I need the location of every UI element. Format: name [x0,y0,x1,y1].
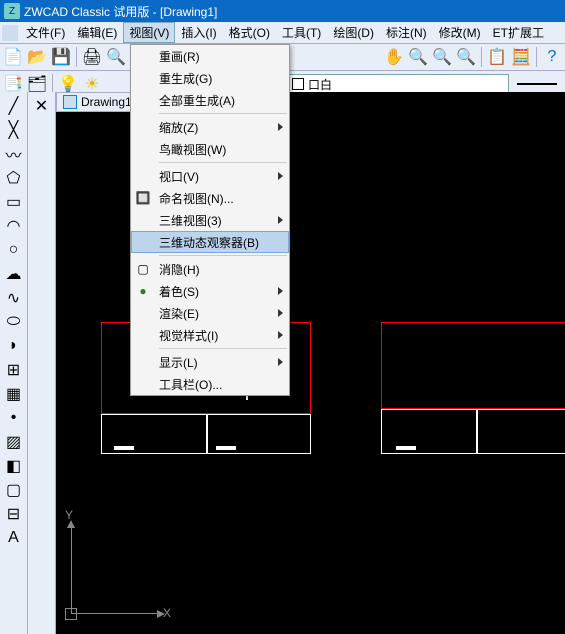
new-button[interactable]: 📄 [2,46,24,68]
point-tool[interactable]: • [4,408,24,428]
menu-doc-icon [2,25,18,41]
hatch-tool[interactable]: ▨ [4,432,24,452]
preview-button[interactable]: 🔍 [105,46,127,68]
linetype-preview[interactable] [517,83,557,85]
dd-sep [159,162,287,163]
pan-button[interactable]: ✋ [383,46,405,68]
submenu-arrow-icon [278,309,283,317]
menu-dim[interactable]: 标注(N) [380,22,433,43]
menu-format[interactable]: 格式(O) [223,22,276,43]
dd-zoom[interactable]: 缩放(Z) [131,116,289,138]
table-tool[interactable]: ⊟ [4,504,24,524]
layer-combo[interactable]: 口白 [287,74,509,94]
dd-aerial[interactable]: 鸟瞰视图(W) [131,138,289,160]
gradient-tool[interactable]: ◧ [4,456,24,476]
ellipse-arc-tool[interactable]: ◗ [4,336,24,356]
ellipse-tool[interactable]: ⬭ [4,312,24,332]
revcloud-tool[interactable]: ☁ [4,264,24,284]
named-view-icon: 🔲 [135,190,151,206]
document-tab-label: Drawing1 [81,95,132,109]
submenu-arrow-icon [278,287,283,295]
insert-tool[interactable]: ⊞ [4,360,24,380]
menu-tools[interactable]: 工具(T) [276,22,327,43]
hide-icon: ▢ [135,261,151,277]
drawing-entity [206,414,208,454]
drawing-entity [476,409,478,454]
line-tool[interactable]: ╱ [4,96,24,116]
draw-toolbar: ╱ ╳ 〰 ⬠ ▭ ◠ ○ ☁ ∿ ⬭ ◗ ⊞ ▦ • ▨ ◧ ▢ ⊟ A [0,92,28,634]
dd-shade[interactable]: ●着色(S) [131,280,289,302]
xline-tool[interactable]: ╳ [4,120,24,140]
dd-regenall[interactable]: 全部重生成(A) [131,89,289,111]
menu-et[interactable]: ET扩展工 [487,22,550,43]
menu-bar: 文件(F) 编辑(E) 视图(V) 插入(I) 格式(O) 工具(T) 绘图(D… [0,22,565,44]
rect-tool[interactable]: ▭ [4,192,24,212]
save-button[interactable]: 💾 [50,46,72,68]
calc-button[interactable]: 🧮 [510,46,532,68]
dd-sep [159,255,287,256]
open-button[interactable]: 📂 [26,46,48,68]
help-button[interactable]: ? [541,46,563,68]
text-tool[interactable]: A [4,528,24,548]
dd-vstyle[interactable]: 视觉样式(I) [131,324,289,346]
submenu-arrow-icon [278,358,283,366]
layer-swatch-icon [292,78,304,90]
dd-3dorbit[interactable]: 三维动态观察器(B) [131,231,289,253]
menu-insert[interactable]: 插入(I) [175,22,222,43]
submenu-arrow-icon [278,123,283,131]
menu-view[interactable]: 视图(V) [123,22,175,43]
ucs-y-label: Y [65,508,73,522]
window-title: ZWCAD Classic 试用版 - [Drawing1] [24,3,217,20]
document-tab[interactable]: Drawing1 [56,92,139,112]
view-dropdown: 重画(R) 重生成(G) 全部重生成(A) 缩放(Z) 鸟瞰视图(W) 视口(V… [130,44,290,396]
dd-sep [159,113,287,114]
dd-3dview[interactable]: 三维视图(3) [131,209,289,231]
dd-display[interactable]: 显示(L) [131,351,289,373]
dd-redraw[interactable]: 重画(R) [131,45,289,67]
ucs-icon: Y X [61,504,181,624]
zoom-window-button[interactable]: 🔍 [431,46,453,68]
menu-file[interactable]: 文件(F) [20,22,71,43]
drawing-entity [114,446,134,450]
dd-regen[interactable]: 重生成(G) [131,67,289,89]
ucs-x-label: X [163,606,171,620]
submenu-arrow-icon [278,172,283,180]
spline-tool[interactable]: ∿ [4,288,24,308]
circle-tool[interactable]: ○ [4,240,24,260]
block-tool[interactable]: ▦ [4,384,24,404]
pline-tool[interactable]: 〰 [4,144,24,164]
title-bar: Z ZWCAD Classic 试用版 - [Drawing1] [0,0,565,22]
dd-hide[interactable]: ▢消隐(H) [131,258,289,280]
menu-draw[interactable]: 绘图(D) [327,22,380,43]
app-logo-icon: Z [4,3,20,19]
dd-viewport[interactable]: 视口(V) [131,165,289,187]
polygon-tool[interactable]: ⬠ [4,168,24,188]
arc-tool[interactable]: ◠ [4,216,24,236]
print-button[interactable]: 🖨 [81,46,103,68]
modify-toolbar: ✕ [28,92,56,634]
drawing-entity [396,446,416,450]
shade-icon: ● [135,283,151,299]
menu-modify[interactable]: 修改(M) [433,22,487,43]
dwg-icon [63,95,77,109]
submenu-arrow-icon [278,216,283,224]
zoom-prev-button[interactable]: 🔍 [455,46,477,68]
dd-toolbars[interactable]: 工具栏(O)... [131,373,289,395]
menu-edit[interactable]: 编辑(E) [71,22,123,43]
dd-sep [159,348,287,349]
properties-button[interactable]: 📋 [486,46,508,68]
zoom-realtime-button[interactable]: 🔍 [407,46,429,68]
region-tool[interactable]: ▢ [4,480,24,500]
dd-render[interactable]: 渲染(E) [131,302,289,324]
drawing-entity [216,446,236,450]
drawing-entity [381,322,565,409]
construction-tool[interactable]: ✕ [35,96,48,116]
dd-named-view[interactable]: 🔲命名视图(N)... [131,187,289,209]
layer-name: 口白 [308,76,332,93]
submenu-arrow-icon [278,331,283,339]
